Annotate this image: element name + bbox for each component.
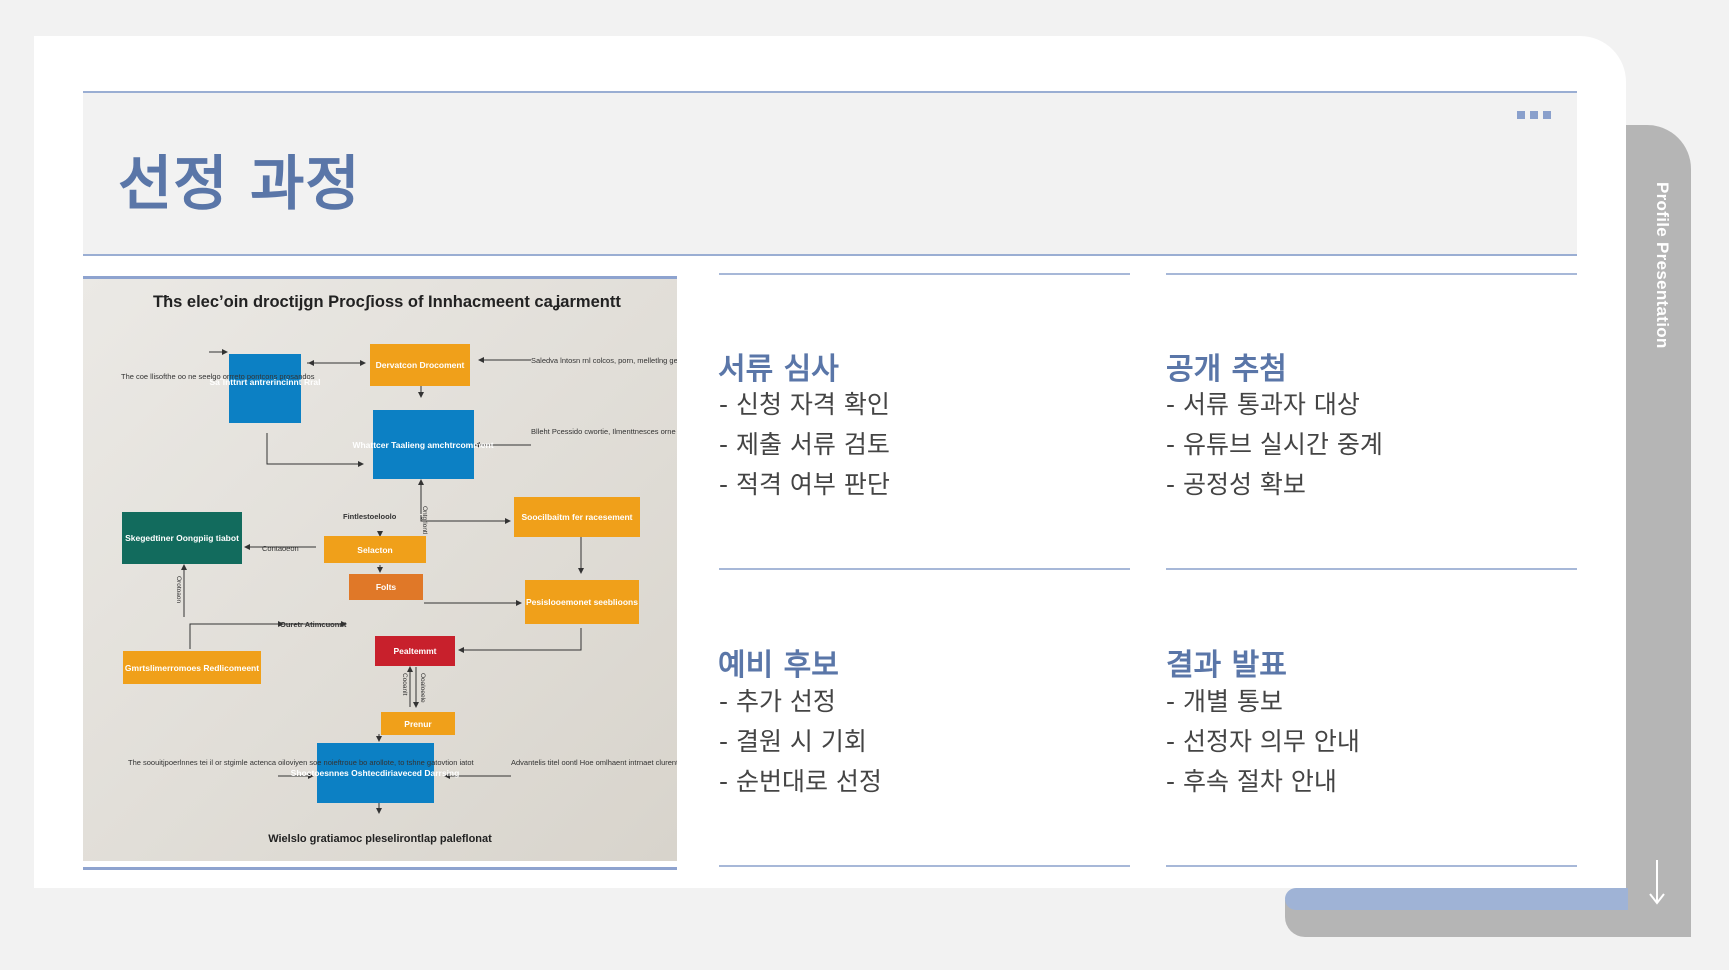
- list-item: - 신청 자격 확인: [719, 390, 890, 419]
- svg-text:Dervatcon Drocoment: Dervatcon Drocoment: [376, 360, 465, 370]
- section-title: 예비 후보: [718, 648, 839, 683]
- bottom-blue-strip: [1285, 888, 1628, 910]
- section-list: - 서류 통과자 대상 - 유튜브 실시간 중계 - 공정성 확보: [1166, 385, 1383, 505]
- section-rule: [719, 273, 1130, 275]
- section-list: - 추가 선정 - 결원 시 기회 - 순번대로 선정: [719, 682, 882, 802]
- dot: [1543, 111, 1551, 119]
- section-list: - 개별 통보 - 선정자 의무 안내 - 후속 절차 안내: [1166, 682, 1360, 802]
- flow-box: Dervatcon Drocoment: [370, 344, 470, 386]
- svg-text:Shoctoesnnes Oshtecdiriaveced: Shoctoesnnes Oshtecdiriaveced Darrsing: [291, 768, 460, 778]
- svg-text:Gmrtslimerromoes Redlicomeent: Gmrtslimerromoes Redlicomeent: [125, 663, 259, 673]
- side-label: Profile Presentation: [1653, 182, 1672, 349]
- svg-text:Skegedtiner Oongpiig tiabot: Skegedtiner Oongpiig tiabot: [125, 533, 239, 543]
- list-item: - 개별 통보: [1166, 687, 1283, 716]
- svg-text:Selacton: Selacton: [357, 545, 392, 555]
- edge-label: Ontgrlontl: [421, 506, 428, 535]
- svg-text:Pealtemmt: Pealtemmt: [394, 646, 437, 656]
- page-title: 선정 과정: [118, 149, 361, 218]
- section-rule: [1166, 865, 1577, 867]
- flow-box: Soocilbaitm fer racesement: [514, 497, 640, 537]
- flow-box: Whattcer Taalieng amchtrcomment: [352, 410, 494, 479]
- section-title: 결과 발표: [1166, 648, 1287, 683]
- edge-label: Cooanlt: [401, 673, 408, 696]
- list-item: - 순번대로 선정: [719, 767, 882, 796]
- list-item: - 후속 절차 안내: [1166, 767, 1337, 796]
- list-item: - 결원 시 기회: [719, 727, 867, 756]
- list-item: - 제출 서류 검토: [719, 430, 890, 459]
- svg-text:Soocilbaitm fer racesement: Soocilbaitm fer racesement: [521, 512, 632, 522]
- section-rule: [719, 865, 1130, 867]
- figure-note: Ouretr Atimcuonnt: [280, 620, 347, 629]
- dot: [1530, 111, 1538, 119]
- figure-note: The coe llisofthe oo ne seelgo orrreto p…: [121, 372, 315, 381]
- list-item: - 유튜브 실시간 중계: [1166, 430, 1383, 459]
- section-title: 공개 추첨: [1166, 352, 1287, 387]
- dot: [1517, 111, 1525, 119]
- flow-box: Prenur: [381, 712, 455, 735]
- figure-caption: Wielslo gratiamoc pleselirontlap paleflo…: [268, 833, 492, 845]
- flow-box: Gmrtslimerromoes Redlicomeent: [123, 651, 261, 684]
- figure-note: Contaoeon: [262, 544, 299, 553]
- svg-text:Whattcer Taalieng amchtrcommen: Whattcer Taalieng amchtrcomment: [352, 440, 493, 450]
- edge-label: Ooaloeele: [419, 673, 426, 703]
- figure-note: Saledva lntosn rnl colcos, porn, melletl…: [531, 356, 677, 365]
- flow-box: Skegedtiner Oongpiig tiabot: [122, 512, 242, 564]
- figure-note: Advantelis titel oontl Hoe omlhaent intr…: [511, 758, 677, 767]
- svg-text:Prenur: Prenur: [404, 719, 432, 729]
- figure-note: Blleht Pcessido cwortie, Ilmenttnesces o…: [531, 427, 677, 436]
- section-title: 서류 심사: [718, 352, 839, 387]
- figure-note: The soouitjpoerlnnes tei il or stgimle a…: [128, 758, 475, 767]
- svg-text:Pesislooemonet seeblioons: Pesislooemonet seeblioons: [526, 597, 638, 607]
- list-item: - 서류 통과자 대상: [1166, 390, 1360, 419]
- dots-icon[interactable]: [1517, 111, 1551, 119]
- section-list: - 신청 자격 확인 - 제출 서류 검토 - 적격 여부 판단: [719, 385, 890, 505]
- section-rule: [1166, 273, 1577, 275]
- list-item: - 적격 여부 판단: [719, 470, 890, 499]
- flow-box: Pealtemmt: [375, 636, 455, 666]
- list-item: - 추가 선정: [719, 687, 836, 716]
- flow-box: Selacton: [324, 536, 426, 563]
- svg-text:Folts: Folts: [376, 582, 397, 592]
- section-rule: [719, 568, 1130, 570]
- section-rule: [1166, 568, 1577, 570]
- figure-title: Tħs elecʼoin droctijgn Procʃioss of Innh…: [153, 293, 621, 311]
- flow-box: Pesislooemonet seeblioons: [525, 580, 639, 624]
- figure-note: Fintlestoeloolo: [343, 512, 397, 521]
- list-item: - 선정자 의무 안내: [1166, 727, 1360, 756]
- flowchart-image: Tħs elecʼoin droctijgn Procʃioss of Innh…: [83, 276, 677, 870]
- flow-box: Folts: [349, 574, 423, 600]
- arrow-down-icon[interactable]: [1645, 858, 1669, 908]
- edge-label: Orotoaon: [175, 576, 182, 603]
- list-item: - 공정성 확보: [1166, 470, 1306, 499]
